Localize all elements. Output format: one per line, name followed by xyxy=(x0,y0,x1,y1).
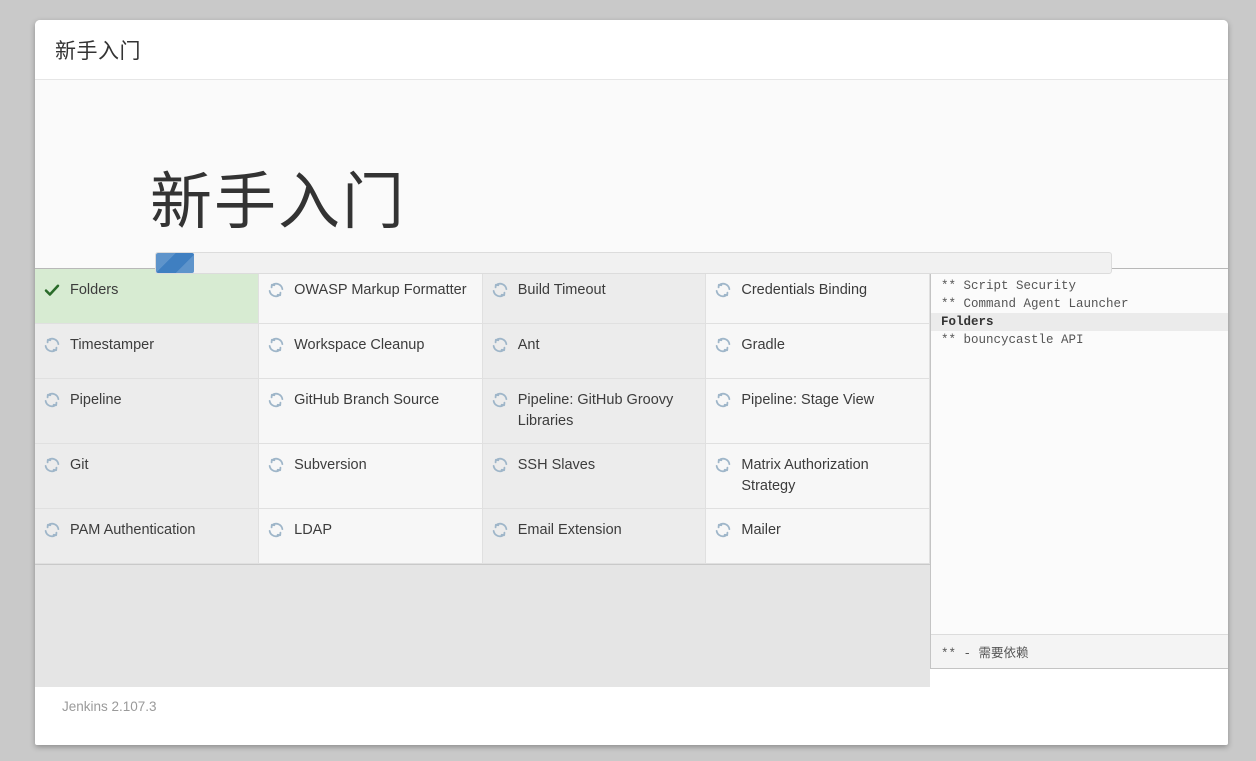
plugin-name: Pipeline: Stage View xyxy=(741,392,875,408)
plugin-name: Subversion xyxy=(294,457,367,474)
plugin-name: Timestamper xyxy=(70,337,155,353)
install-log-panel[interactable]: ** Script Security ** Command Agent Launc… xyxy=(931,269,1228,668)
plugin-grid-row: PAM Authentication LDAP Email Extension Mai… xyxy=(35,508,930,565)
install-log-line: ** bouncycastle API xyxy=(941,333,1084,347)
plugin-cell: GitHub Branch Source xyxy=(258,378,483,445)
sync-icon xyxy=(267,521,285,539)
plugin-grid-container: Folders OWASP Markup Formatter Build Timeo… xyxy=(35,269,931,688)
plugin-name: PAM Authentication xyxy=(70,522,196,539)
setup-heading: 新手入门 xyxy=(150,168,407,237)
install-log-line: ** Command Agent Launcher xyxy=(941,297,1129,311)
plugin-cell: Pipeline: Stage View xyxy=(705,378,930,445)
sync-icon xyxy=(714,281,732,299)
sync-icon xyxy=(491,521,509,539)
sync-icon xyxy=(43,336,61,354)
plugin-name: Git xyxy=(70,457,89,474)
plugin-cell: SSH Slaves xyxy=(482,443,707,510)
plugin-name: SSH Slaves xyxy=(517,457,596,474)
setup-wizard-panel: 新手入门 新手入门 Folders OWASP Markup Formatter B… xyxy=(35,20,1228,745)
plugin-name: GitHub Branch Source xyxy=(294,392,440,408)
sync-icon xyxy=(267,336,285,354)
page-title: 新手入门 xyxy=(55,39,141,63)
plugin-grid-filler xyxy=(35,564,930,688)
plugin-grid-row: Folders OWASP Markup Formatter Build Timeo… xyxy=(35,269,930,324)
install-log-line-active: Folders xyxy=(931,313,1228,331)
sync-icon xyxy=(714,456,732,474)
check-icon xyxy=(43,281,61,299)
plugin-cell: Build Timeout xyxy=(482,269,707,324)
sync-icon xyxy=(714,391,732,409)
plugin-cell: Git xyxy=(35,443,260,510)
sync-icon xyxy=(267,456,285,474)
sync-icon xyxy=(714,336,732,354)
jenkins-version-label: Jenkins 2.107.3 xyxy=(62,698,157,714)
plugin-name: Folders xyxy=(70,282,119,298)
plugin-name: Ant xyxy=(517,337,540,353)
plugin-name: Pipeline xyxy=(70,392,122,408)
sync-icon xyxy=(491,391,509,409)
plugin-name: Mailer xyxy=(741,522,781,539)
plugin-cell: Mailer xyxy=(705,508,930,565)
plugin-cell: Folders xyxy=(35,269,260,324)
plugin-cell: Pipeline xyxy=(35,378,260,445)
sync-icon xyxy=(43,391,61,409)
sync-icon xyxy=(491,336,509,354)
plugin-cell: Matrix Authorization Strategy xyxy=(705,443,930,510)
plugin-cell: Subversion xyxy=(258,443,483,510)
plugin-cell: Credentials Binding xyxy=(705,269,930,324)
sync-icon xyxy=(43,456,61,474)
install-log-legend: ** - 需要依赖 xyxy=(931,634,1228,668)
sync-icon xyxy=(491,456,509,474)
wizard-header: 新手入门 xyxy=(35,20,1228,80)
plugin-grid-row: Git Subversion SSH Slaves Matrix Authorizat… xyxy=(35,443,930,510)
plugin-name: Workspace Cleanup xyxy=(294,337,425,353)
plugin-grid-row: Pipeline GitHub Branch Source Pipeline: Gi… xyxy=(35,378,930,445)
plugin-cell: Gradle xyxy=(705,323,930,379)
plugin-cell: Ant xyxy=(482,323,707,379)
plugin-name: Credentials Binding xyxy=(741,282,868,298)
sync-icon xyxy=(43,521,61,539)
plugin-name: Build Timeout xyxy=(517,282,606,298)
install-progress-fill xyxy=(156,253,195,273)
sync-icon xyxy=(714,521,732,539)
plugin-cell: PAM Authentication xyxy=(35,508,260,565)
sync-icon xyxy=(267,281,285,299)
install-log-line: ** Script Security xyxy=(941,279,1077,293)
plugin-name: Email Extension xyxy=(517,522,622,539)
plugin-grid: Folders OWASP Markup Formatter Build Timeo… xyxy=(35,269,930,565)
plugin-cell: OWASP Markup Formatter xyxy=(258,269,483,324)
plugin-name: OWASP Markup Formatter xyxy=(294,282,467,298)
plugin-cell: Pipeline: GitHub Groovy Libraries xyxy=(482,378,707,445)
plugin-cell: Email Extension xyxy=(482,508,707,565)
plugin-name: LDAP xyxy=(294,522,333,539)
plugin-grid-row: Timestamper Workspace Cleanup Ant Gradle xyxy=(35,323,930,379)
sync-icon xyxy=(267,391,285,409)
install-log-list: ** Script Security ** Command Agent Launc… xyxy=(931,269,1228,634)
plugin-name: Matrix Authorization Strategy xyxy=(741,457,869,495)
setup-hero: 新手入门 xyxy=(35,80,1228,268)
plugin-name: Pipeline: GitHub Groovy Libraries xyxy=(517,392,674,430)
plugin-cell: Timestamper xyxy=(35,323,260,379)
plugin-cell: LDAP xyxy=(258,508,483,565)
plugin-cell: Workspace Cleanup xyxy=(258,323,483,379)
install-progress-bar xyxy=(155,252,1112,274)
sync-icon xyxy=(491,281,509,299)
plugin-name: Gradle xyxy=(741,337,785,353)
setup-body: Folders OWASP Markup Formatter Build Timeo… xyxy=(35,268,1228,688)
